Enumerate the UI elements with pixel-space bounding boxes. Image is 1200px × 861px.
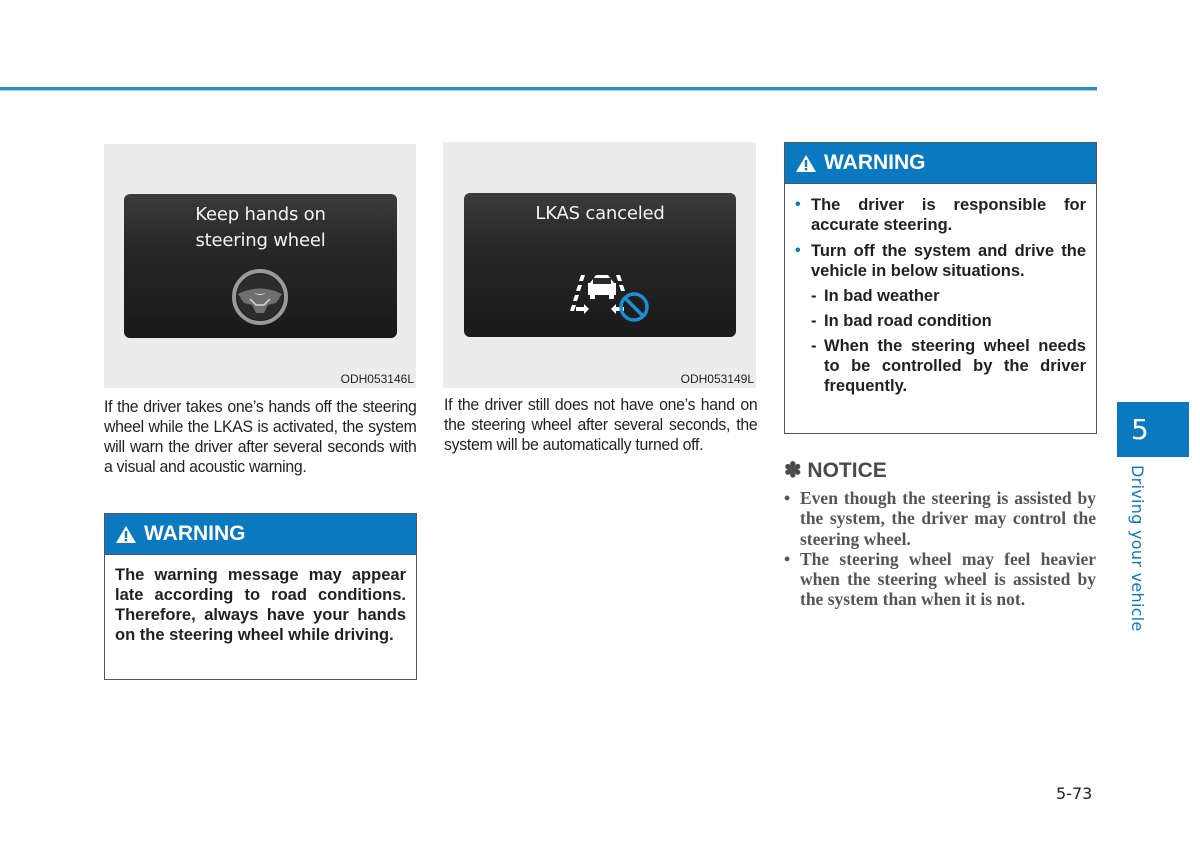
warning-header: WARNING: [105, 514, 416, 555]
steering-wheel-icon: [232, 269, 288, 325]
display-message-line: LKAS canceled: [535, 203, 665, 224]
display-message: LKAS canceled: [464, 193, 736, 227]
chapter-tab: 5: [1117, 402, 1189, 457]
warning-triangle-icon: [796, 154, 816, 172]
lkas-warning-paragraph: If the driver takes one’s hands off the …: [104, 397, 417, 476]
figure-code: ODH053146L: [340, 372, 414, 386]
warning-sub-item: - In bad road condition: [795, 311, 1086, 331]
lane-keeping-canceled-icon: [570, 275, 649, 322]
figure-keep-hands: Keep hands on steering wheel ODH053146L: [104, 144, 416, 388]
warning-text: The warning message may appear late acco…: [115, 566, 406, 644]
notice-item: • The steering wheel may feel heavier wh…: [784, 549, 1096, 610]
bullet-text: The driver is responsible for accurate s…: [811, 196, 1086, 234]
dash-marker: -: [811, 287, 817, 305]
notice-list: • Even though the steering is assisted b…: [784, 488, 1096, 610]
warning-bullet: • The driver is responsible for accurate…: [795, 195, 1086, 235]
chapter-title: Driving your vehicle: [1128, 465, 1147, 632]
warning-box: WARNING The warning message may appear l…: [104, 513, 417, 680]
warning-bullet: • Turn off the system and drive the vehi…: [795, 241, 1086, 281]
cluster-display: Keep hands on steering wheel: [124, 194, 397, 338]
bullet-dot-icon: •: [784, 488, 791, 508]
sub-item-text: In bad road condition: [824, 312, 992, 330]
header-rule: [0, 87, 1097, 91]
display-message-line: steering wheel: [195, 230, 326, 251]
notice-item-text: Even though the steering is assisted by …: [800, 488, 1096, 549]
display-message: Keep hands on steering wheel: [124, 194, 397, 254]
dash-marker: -: [811, 337, 817, 355]
bullet-dot-icon: •: [784, 548, 791, 569]
warning-header: WARNING: [785, 143, 1096, 184]
notice-item: • Even though the steering is assisted b…: [784, 488, 1096, 549]
sub-item-text: When the steering wheel needs to be cont…: [824, 337, 1086, 395]
page-number: 5-73: [1056, 784, 1093, 803]
figure-code: ODH053149L: [680, 372, 754, 386]
warning-box: WARNING • The driver is responsible for …: [784, 142, 1097, 434]
bullet-dot-icon: •: [795, 196, 801, 213]
warning-title: WARNING: [144, 522, 246, 545]
warning-content: • The driver is responsible for accurate…: [785, 184, 1096, 396]
figure-lkas-canceled: LKAS canceled ODH053149L: [443, 142, 756, 388]
bullet-dot-icon: •: [795, 242, 801, 259]
warning-sub-item: - When the steering wheel needs to be co…: [795, 336, 1086, 396]
warning-content: The warning message may appear late acco…: [105, 555, 416, 645]
bullet-text: Turn off the system and drive the vehicl…: [811, 242, 1086, 280]
display-message-line: Keep hands on: [195, 204, 326, 225]
auto-off-paragraph: If the driver still does not have one’s …: [444, 395, 758, 454]
warning-sub-item: - In bad weather: [795, 286, 1086, 306]
cluster-display: LKAS canceled: [464, 193, 736, 337]
notice-title: ✽ NOTICE: [784, 459, 887, 482]
dash-marker: -: [811, 312, 817, 330]
warning-title: WARNING: [824, 151, 926, 174]
warning-triangle-icon: [116, 525, 136, 543]
sub-item-text: In bad weather: [824, 287, 940, 305]
notice-item-text: The steering wheel may feel heavier when…: [800, 548, 1096, 610]
